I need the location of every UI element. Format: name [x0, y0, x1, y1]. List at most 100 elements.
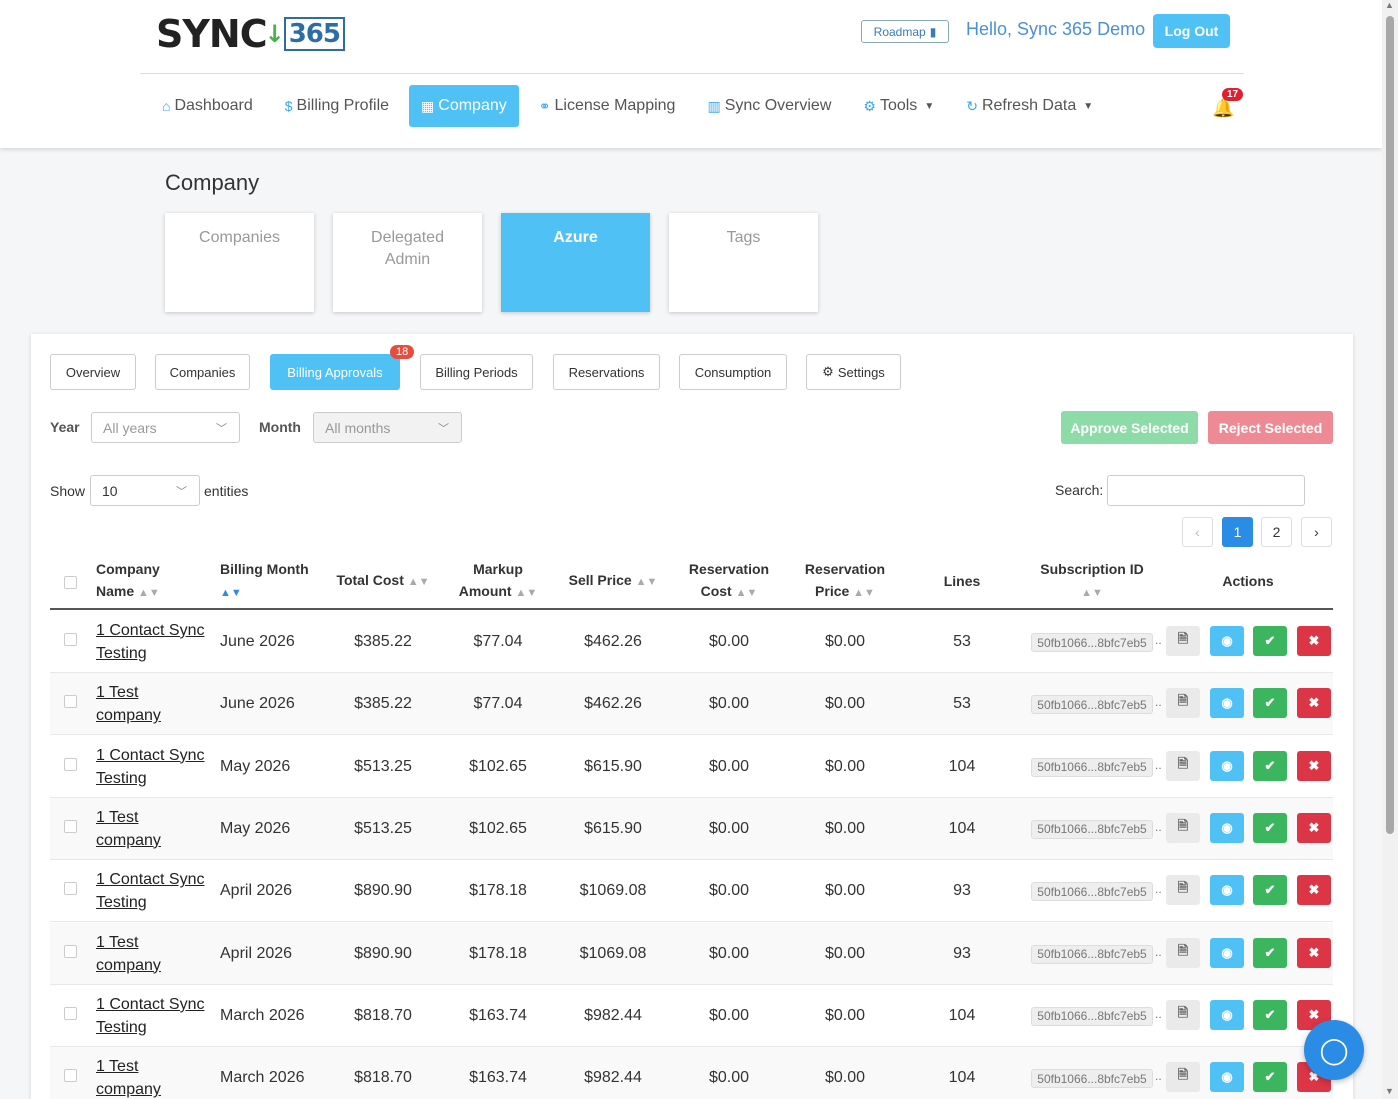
tab-companies[interactable]: Companies: [155, 354, 250, 390]
sort-icon: ▲▼: [735, 587, 758, 599]
prev-page-button[interactable]: ‹: [1182, 517, 1213, 547]
card-companies[interactable]: Companies: [165, 213, 314, 312]
col-company-name[interactable]: Company Name ▲▼: [96, 554, 176, 608]
page-2-button[interactable]: 2: [1261, 517, 1292, 547]
nav-company[interactable]: ▦ Company: [409, 85, 519, 127]
next-page-button[interactable]: ›: [1301, 517, 1332, 547]
close-icon[interactable]: ✖: [1297, 750, 1331, 781]
company-link[interactable]: 1 Test company: [96, 1055, 206, 1099]
tab-settings[interactable]: ⚙ Settings: [806, 354, 901, 390]
col-sell-price[interactable]: Sell Price ▲▼: [563, 554, 663, 608]
eye-icon[interactable]: ◉: [1210, 999, 1244, 1030]
document-icon[interactable]: 🗎: [1166, 937, 1200, 968]
eye-icon[interactable]: ◉: [1210, 1062, 1244, 1093]
document-icon[interactable]: 🗎: [1166, 688, 1200, 719]
nav-refresh-data[interactable]: ↻ Refresh Data ▼: [954, 85, 1105, 127]
nav-sync-overview[interactable]: ▥ Sync Overview: [695, 85, 843, 127]
nav-tools[interactable]: ⚙ Tools ▼: [851, 85, 946, 127]
check-icon[interactable]: ✔: [1253, 812, 1287, 843]
tab-reservations[interactable]: Reservations: [553, 354, 660, 390]
page-1-button[interactable]: 1: [1222, 517, 1253, 547]
row-checkbox[interactable]: [64, 882, 77, 896]
row-checkbox[interactable]: [64, 1006, 77, 1020]
sort-icon: ▲▼: [407, 576, 430, 588]
page-size-select[interactable]: 10 ﹀: [90, 475, 200, 506]
close-icon[interactable]: ✖: [1297, 626, 1331, 656]
close-icon[interactable]: ✖: [1297, 937, 1331, 968]
total-cell: $890.90: [354, 944, 412, 962]
lines-cell: 53: [953, 695, 971, 713]
rescost-cell: $0.00: [708, 695, 750, 713]
check-icon[interactable]: ✔: [1253, 875, 1287, 906]
check-icon[interactable]: ✔: [1253, 937, 1287, 968]
eye-icon[interactable]: ◉: [1210, 750, 1244, 781]
reject-selected-button[interactable]: Reject Selected: [1208, 411, 1333, 444]
check-icon[interactable]: ✔: [1253, 626, 1287, 656]
check-icon[interactable]: ✔: [1253, 999, 1287, 1030]
row-checkbox[interactable]: [64, 944, 77, 958]
month-select[interactable]: All months ﹀: [313, 412, 462, 443]
approve-selected-button[interactable]: Approve Selected: [1061, 411, 1198, 444]
total-cell: $513.25: [354, 757, 412, 775]
row-checkbox[interactable]: [64, 819, 77, 833]
company-link[interactable]: 1 Test company: [96, 681, 206, 727]
document-icon[interactable]: 🗎: [1166, 750, 1200, 781]
tab-consumption[interactable]: Consumption: [679, 354, 787, 390]
card-tags[interactable]: Tags: [669, 213, 818, 312]
col-reservation-price[interactable]: Reservation Price ▲▼: [800, 554, 890, 608]
row-checkbox[interactable]: [64, 695, 77, 709]
close-icon[interactable]: ✖: [1297, 875, 1331, 906]
nav-label: License Mapping: [554, 97, 676, 114]
nav-dashboard[interactable]: ⌂ Dashboard: [150, 85, 265, 127]
tab-overview[interactable]: Overview: [50, 354, 136, 390]
check-icon[interactable]: ✔: [1253, 750, 1287, 781]
close-icon[interactable]: ✖: [1297, 812, 1331, 843]
eye-icon[interactable]: ◉: [1210, 937, 1244, 968]
sync365-logo[interactable]: SYNC ↓ 365: [156, 12, 345, 56]
col-subscription-id[interactable]: Subscription ID ▲▼: [1032, 554, 1152, 608]
check-icon[interactable]: ✔: [1253, 688, 1287, 719]
roadmap-button[interactable]: Roadmap ▮: [861, 20, 949, 43]
row-checkbox[interactable]: [64, 1069, 77, 1083]
tab-billing-approvals[interactable]: Billing Approvals: [270, 354, 400, 390]
col-reservation-cost[interactable]: Reservation Cost ▲▼: [684, 554, 774, 608]
document-icon[interactable]: 🗎: [1166, 999, 1200, 1030]
company-link[interactable]: 1 Contact Sync Testing: [96, 993, 206, 1039]
card-delegated-admin[interactable]: Delegated Admin: [333, 213, 482, 312]
nav-billing-profile[interactable]: $ Billing Profile: [273, 85, 401, 127]
search-input[interactable]: [1107, 475, 1305, 506]
document-icon[interactable]: 🗎: [1166, 626, 1200, 656]
company-link[interactable]: 1 Test company: [96, 806, 206, 852]
col-billing-month[interactable]: Billing Month ▲▼: [220, 554, 312, 608]
document-icon[interactable]: 🗎: [1166, 1062, 1200, 1093]
card-azure[interactable]: Azure: [501, 213, 650, 312]
year-select[interactable]: All years ﹀: [91, 412, 240, 443]
eye-icon[interactable]: ◉: [1210, 875, 1244, 906]
document-icon[interactable]: 🗎: [1166, 875, 1200, 906]
logout-button[interactable]: Log Out: [1153, 14, 1230, 48]
company-link[interactable]: 1 Test company: [96, 931, 206, 977]
col-total-cost[interactable]: Total Cost ▲▼: [333, 554, 433, 608]
col-markup-amount[interactable]: Markup Amount ▲▼: [453, 554, 543, 608]
row-checkbox[interactable]: [64, 757, 77, 771]
scrollbar-thumb[interactable]: [1386, 16, 1394, 834]
check-icon[interactable]: ✔: [1253, 1062, 1287, 1093]
document-icon[interactable]: 🗎: [1166, 812, 1200, 843]
eye-icon[interactable]: ◉: [1210, 812, 1244, 843]
close-icon[interactable]: ✖: [1297, 688, 1331, 719]
bell-icon[interactable]: 🔔: [1212, 98, 1234, 119]
eye-icon[interactable]: ◉: [1210, 688, 1244, 719]
company-link[interactable]: 1 Contact Sync Testing: [96, 619, 206, 665]
eye-icon[interactable]: ◉: [1210, 626, 1244, 656]
row-checkbox[interactable]: [64, 633, 77, 646]
table-row: 1 Contact Sync Testing March 2026 $818.70 $…: [50, 985, 1333, 1047]
company-link[interactable]: 1 Contact Sync Testing: [96, 868, 206, 914]
tab-billing-periods[interactable]: Billing Periods: [420, 354, 533, 390]
company-link[interactable]: 1 Contact Sync Testing: [96, 744, 206, 790]
nav-license-mapping[interactable]: ⚭ License Mapping: [527, 85, 688, 127]
scroll-down-arrow-icon[interactable]: ▼: [1385, 1086, 1394, 1096]
select-all-checkbox[interactable]: [64, 576, 77, 589]
search-label: Search:: [1055, 482, 1104, 498]
chat-bubble-icon[interactable]: ◯: [1304, 1020, 1364, 1080]
scroll-up-arrow-icon[interactable]: ▲: [1385, 0, 1394, 10]
